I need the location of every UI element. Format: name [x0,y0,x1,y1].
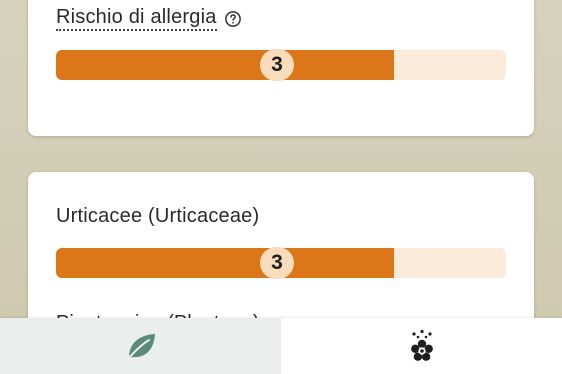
nav-tab-pollen[interactable] [281,318,562,374]
pollen-level-bar-fill [56,248,394,278]
allergy-risk-bar: 3 [56,49,506,81]
allergy-risk-bar-fill [56,50,394,80]
bottom-navigation [0,318,562,374]
pollen-item-label: Urticacee (Urticaceae) [56,205,260,227]
nav-tab-leaf[interactable] [0,318,281,374]
allergy-risk-level-badge: 3 [260,49,294,81]
pollen-level-bar: 3 [56,247,506,279]
allergy-risk-card: Rischio di allergia 3 [28,0,534,136]
allergy-risk-label: Rischio di allergia [56,6,217,31]
allergy-risk-header[interactable]: Rischio di allergia [56,6,242,31]
leaf-icon [125,334,155,361]
pollen-item-urticaceae: Urticacee (Urticaceae) [56,204,259,228]
pollen-flower-icon [410,329,433,361]
pollen-level-badge: 3 [260,247,294,279]
help-circle-icon[interactable] [224,10,242,28]
